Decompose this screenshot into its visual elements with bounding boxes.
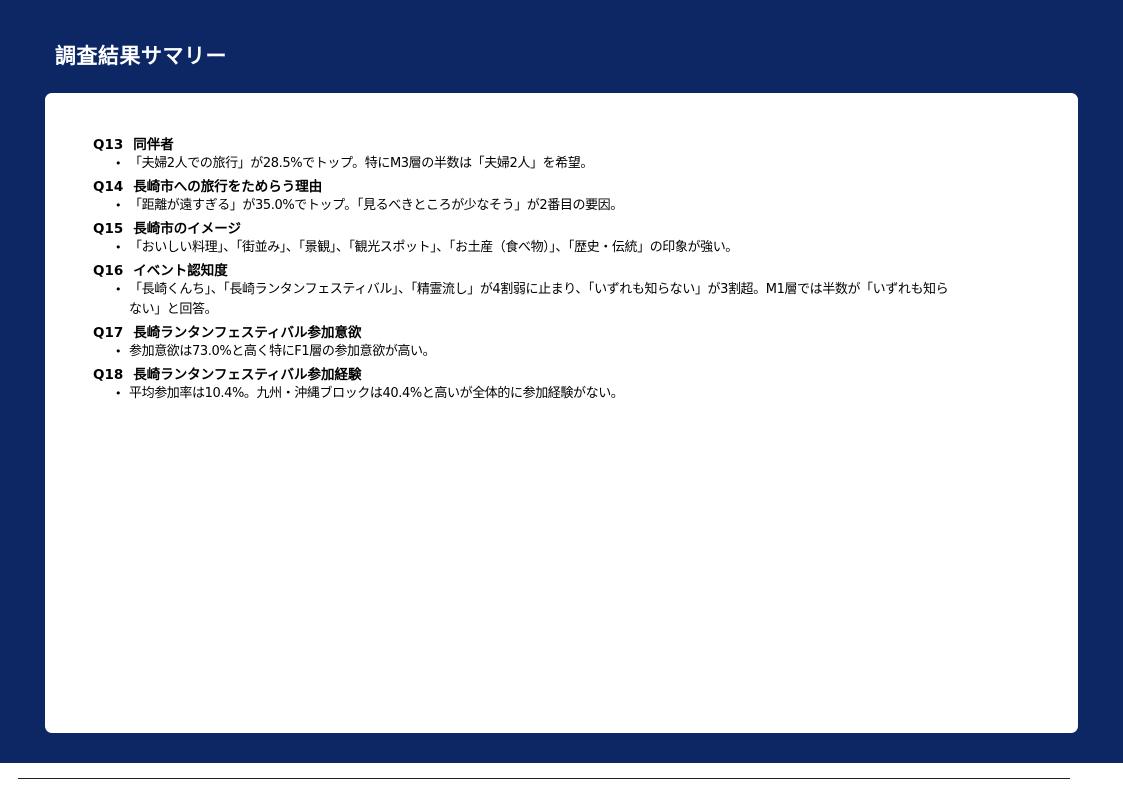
bullet-list: 参加意欲は73.0%と高く特にF1層の参加意欲が高い。 (93, 342, 1078, 362)
question-title: 長崎市のイメージ (133, 221, 241, 237)
question-number: Q13 (93, 137, 124, 153)
bullet-text: 「夫婦2人での旅行」が28.5%でトップ。特にM3層の半数は「夫婦2人」を希望。 (129, 156, 593, 171)
question-number: Q17 (93, 325, 124, 341)
question-title: 同伴者 (133, 137, 174, 153)
question-title: 長崎市への旅行をためらう理由 (133, 179, 323, 195)
question-number: Q16 (93, 263, 124, 279)
section-heading: Q16 イベント認知度 (93, 263, 1078, 280)
section-heading: Q14 長崎市への旅行をためらう理由 (93, 179, 1078, 196)
bullet-text: 「距離が遠すぎる」が35.0%でトップ。「見るべきところが少なそう」が2番目の要… (129, 198, 623, 213)
bullet-item: 参加意欲は73.0%と高く特にF1層の参加意欲が高い。 (115, 342, 1078, 362)
bullet-list: 「距離が遠すぎる」が35.0%でトップ。「見るべきところが少なそう」が2番目の要… (93, 196, 1078, 216)
bullet-item: 「長崎くんち」、「長崎ランタンフェスティバル」、「精霊流し」が4割弱に止まり、「… (115, 280, 1078, 320)
question-title: 長崎ランタンフェスティバル参加意欲 (133, 325, 362, 341)
bullet-list: 「おいしい料理」、「街並み」、「景観」、「観光スポット」、「お土産（食べ物）」、… (93, 238, 1078, 258)
bullet-text: 「長崎くんち」、「長崎ランタンフェスティバル」、「精霊流し」が4割弱に止まり、「… (129, 282, 949, 317)
bullet-item: 「距離が遠すぎる」が35.0%でトップ。「見るべきところが少なそう」が2番目の要… (115, 196, 1078, 216)
bullet-item: 「夫婦2人での旅行」が28.5%でトップ。特にM3層の半数は「夫婦2人」を希望。 (115, 154, 1078, 174)
bullet-item: 「おいしい料理」、「街並み」、「景観」、「観光スポット」、「お土産（食べ物）」、… (115, 238, 1078, 258)
section-heading: Q13 同伴者 (93, 137, 1078, 154)
question-title: 長崎ランタンフェスティバル参加経験 (133, 367, 362, 383)
footer-divider (18, 778, 1070, 779)
bullet-text: 平均参加率は10.4%。九州・沖縄ブロックは40.4%と高いが全体的に参加経験が… (129, 386, 624, 401)
section-q15: Q15 長崎市のイメージ 「おいしい料理」、「街並み」、「景観」、「観光スポット」… (93, 221, 1078, 258)
question-title: イベント認知度 (133, 263, 228, 279)
bullet-text: 「おいしい料理」、「街並み」、「景観」、「観光スポット」、「お土産（食べ物）」、… (129, 240, 738, 255)
section-q14: Q14 長崎市への旅行をためらう理由 「距離が遠すぎる」が35.0%でトップ。「見… (93, 179, 1078, 216)
section-q16: Q16 イベント認知度 「長崎くんち」、「長崎ランタンフェスティバル」、「精霊流し… (93, 263, 1078, 320)
bullet-list: 「夫婦2人での旅行」が28.5%でトップ。特にM3層の半数は「夫婦2人」を希望。 (93, 154, 1078, 174)
section-q17: Q17 長崎ランタンフェスティバル参加意欲 参加意欲は73.0%と高く特にF1層の… (93, 325, 1078, 362)
slide-title: 調査結果サマリー (55, 44, 227, 68)
section-heading: Q18 長崎ランタンフェスティバル参加経験 (93, 367, 1078, 384)
bullet-list: 平均参加率は10.4%。九州・沖縄ブロックは40.4%と高いが全体的に参加経験が… (93, 384, 1078, 404)
section-heading: Q15 長崎市のイメージ (93, 221, 1078, 238)
section-heading: Q17 長崎ランタンフェスティバル参加意欲 (93, 325, 1078, 342)
bullet-list: 「長崎くんち」、「長崎ランタンフェスティバル」、「精霊流し」が4割弱に止まり、「… (93, 280, 1078, 320)
bullet-item: 平均参加率は10.4%。九州・沖縄ブロックは40.4%と高いが全体的に参加経験が… (115, 384, 1078, 404)
question-number: Q14 (93, 179, 124, 195)
content-panel: Q13 同伴者 「夫婦2人での旅行」が28.5%でトップ。特にM3層の半数は「夫婦… (45, 93, 1078, 733)
section-q18: Q18 長崎ランタンフェスティバル参加経験 平均参加率は10.4%。九州・沖縄ブロ… (93, 367, 1078, 404)
question-number: Q15 (93, 221, 124, 237)
section-q13: Q13 同伴者 「夫婦2人での旅行」が28.5%でトップ。特にM3層の半数は「夫婦… (93, 137, 1078, 174)
question-number: Q18 (93, 367, 124, 383)
bullet-text: 参加意欲は73.0%と高く特にF1層の参加意欲が高い。 (129, 344, 436, 359)
